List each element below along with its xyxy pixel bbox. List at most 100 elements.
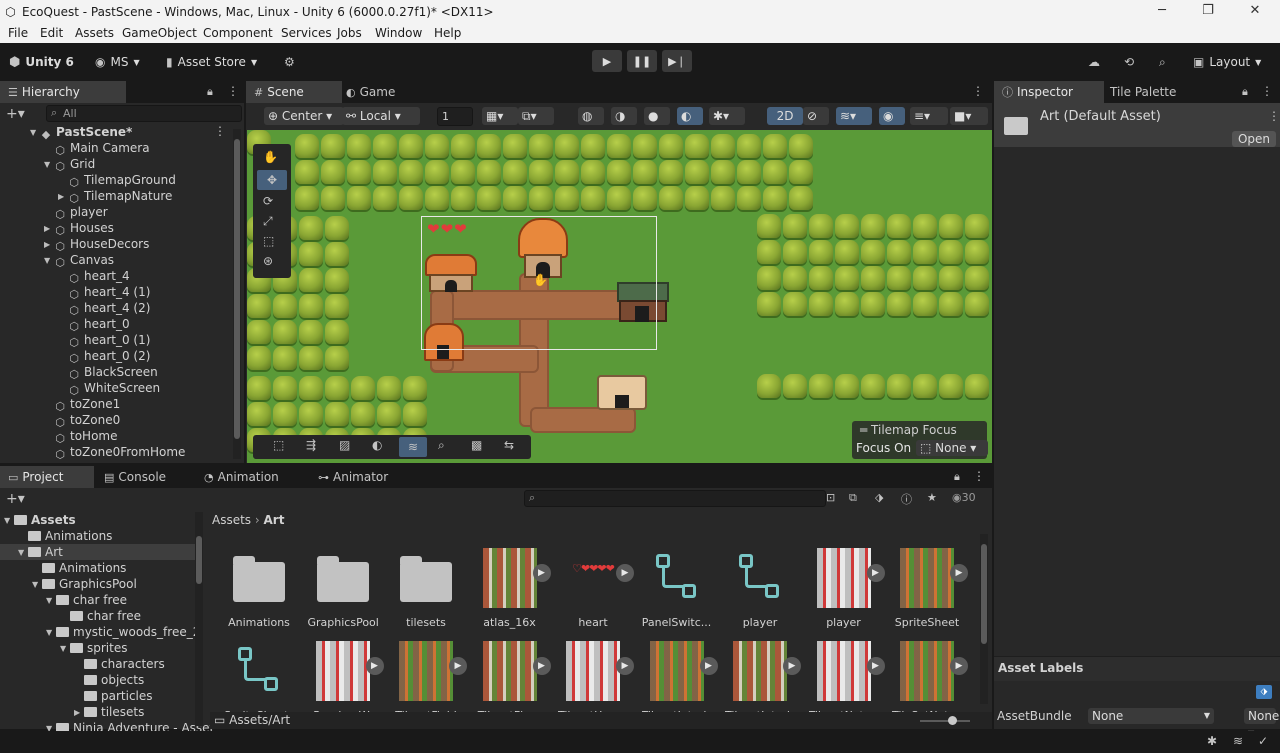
hierarchy-item[interactable]: ▼ ⬡ Canvas (44, 252, 114, 269)
scene-viewport[interactable]: ❤❤❤ ✋ ✋ ✥ ⟳ ⤢ ⬚ ⊛ ⬚ ⇶ ▨ ◐ ≋ ⌕ ▩ ⇆ ═ Tile… (247, 130, 992, 463)
tag-icon[interactable]: ⬗ (1256, 685, 1272, 699)
menu-edit[interactable]: Edit (40, 26, 63, 40)
project-tree-item[interactable]: char free (60, 608, 141, 624)
tab-animator[interactable]: ⊶ Animator (310, 466, 406, 488)
tab-inspector[interactable]: ⓘ Inspector (994, 81, 1104, 103)
space-dropdown[interactable]: ⚯ Local ▾ (342, 107, 420, 125)
project-tree-item[interactable]: ▼ char free (46, 592, 127, 608)
toggle-2d-button[interactable]: 2D (767, 107, 803, 125)
project-tree-item[interactable]: Animations (32, 560, 126, 576)
step-button[interactable]: ▶❘ (662, 50, 692, 72)
more-icon[interactable]: ⋮ (972, 84, 984, 98)
move-tile-icon[interactable]: ⇶ (306, 438, 316, 452)
hierarchy-scrollbar[interactable] (233, 129, 241, 459)
asset-item[interactable]: ▶ player (809, 544, 885, 634)
expanded-arrow-icon[interactable]: ▼ (18, 545, 28, 561)
asset-item[interactable]: ▶ SpriteSheet (892, 544, 968, 634)
expand-sprites-icon[interactable]: ▶ (950, 657, 968, 675)
gizmo-layers-dropdown[interactable]: ≡▾ (910, 107, 948, 125)
camera-dropdown[interactable]: ■▾ (950, 107, 988, 125)
asset-item[interactable]: Animations (224, 544, 294, 634)
fill-icon[interactable]: ▩ (471, 438, 482, 452)
menu-services[interactable]: Services (281, 26, 332, 40)
shaded-wire-button[interactable]: ◑ (611, 107, 637, 125)
rect-icon[interactable]: ⬚ (263, 234, 274, 248)
packages-button[interactable]: ⚙ (284, 52, 295, 72)
menu-file[interactable]: File (8, 26, 28, 40)
asset-store-dropdown[interactable]: ▮ Asset Store ▼ (166, 52, 257, 72)
bug-icon[interactable]: ✱ (1207, 734, 1217, 748)
project-tree-item[interactable]: ▼ Art (18, 544, 63, 560)
rotate-icon[interactable]: ⟳ (263, 194, 273, 208)
project-tree-item[interactable]: ▶ tilesets (74, 704, 144, 720)
expanded-arrow-icon[interactable]: ▼ (46, 625, 56, 641)
hierarchy-item[interactable]: ⬡ heart_0 (1) (58, 332, 150, 349)
select-icon[interactable]: ⬚ (273, 438, 284, 452)
pause-button[interactable]: ❚❚ (627, 50, 657, 72)
filter-type-icon[interactable]: ⧉ (849, 491, 857, 505)
layout-dropdown[interactable]: ▣ Layout ▼ (1193, 52, 1261, 72)
brush-icon[interactable]: ▨ (339, 438, 350, 452)
more-icon[interactable]: ⋮ (214, 124, 226, 138)
menu-component[interactable]: Component (203, 26, 273, 40)
warning-icon[interactable]: ⓘ (901, 491, 912, 507)
expand-sprites-icon[interactable]: ▶ (783, 657, 801, 675)
expanded-arrow-icon[interactable]: ▼ (44, 253, 54, 269)
expand-sprites-icon[interactable]: ▶ (532, 564, 551, 582)
expand-sprites-icon[interactable]: ▶ (866, 564, 885, 582)
collapsed-arrow-icon[interactable]: ▶ (74, 705, 84, 721)
hierarchy-item[interactable]: ▼ ⬡ Grid (44, 156, 95, 173)
expand-sprites-icon[interactable]: ▶ (449, 657, 467, 675)
expanded-arrow-icon[interactable]: ▼ (32, 577, 42, 593)
hand-icon[interactable]: ✋ (263, 150, 278, 164)
expanded-arrow-icon[interactable]: ▼ (60, 641, 70, 657)
drag-handle-icon[interactable]: ═ (860, 423, 871, 437)
asset-item[interactable]: ▶ atlas_16x (475, 544, 551, 634)
more-icon[interactable]: ⋮ (227, 84, 239, 98)
asset-item[interactable]: PanelSwitc... (642, 544, 712, 634)
visibility-button[interactable]: ◉ (879, 107, 905, 125)
project-tree-item[interactable]: objects (74, 672, 144, 688)
open-button[interactable]: Open (1232, 131, 1276, 147)
hierarchy-item[interactable]: ▶ ⬡ HouseDecors (44, 236, 149, 253)
project-tree-item[interactable]: ▼ mystic_woods_free_2 (46, 624, 200, 640)
transform-icon[interactable]: ⊛ (263, 254, 273, 268)
search-type-icon[interactable]: ⊡ (826, 491, 835, 504)
lock-icon[interactable]: 🔒︎ (207, 85, 213, 99)
lighting-toggle[interactable]: ⊘ (803, 107, 829, 125)
expanded-arrow-icon[interactable]: ▼ (44, 157, 54, 173)
hierarchy-item[interactable]: ▶ ⬡ Houses (44, 220, 114, 237)
lock-icon[interactable]: 🔒︎ (1242, 85, 1248, 99)
add-icon[interactable]: +▾ (6, 491, 25, 507)
hierarchy-item[interactable]: ⬡ heart_0 (58, 316, 129, 333)
collapsed-arrow-icon[interactable]: ▶ (58, 189, 68, 205)
debug-dropdown[interactable]: ✱▾ (709, 107, 745, 125)
house-sprite[interactable] (597, 375, 647, 410)
search-button[interactable]: ⌕ (1159, 52, 1166, 72)
variant-dropdown[interactable]: None ▼ (1244, 708, 1279, 738)
history-button[interactable]: ⟲ (1124, 52, 1134, 72)
hierarchy-item[interactable]: ⬡ WhiteScreen (58, 380, 160, 397)
tab-hierarchy[interactable]: ☰ Hierarchy (0, 81, 126, 103)
hierarchy-item[interactable]: ⬡ player (44, 204, 108, 221)
tab-scene[interactable]: # Scene (246, 81, 342, 103)
project-tree-item[interactable]: characters (74, 656, 165, 672)
grid-snap-dropdown[interactable]: ▦▾ (482, 107, 518, 125)
menu-help[interactable]: Help (434, 26, 461, 40)
hierarchy-item[interactable]: ⬡ BlackScreen (58, 364, 158, 381)
menu-assets[interactable]: Assets (75, 26, 114, 40)
increment-snap-dropdown[interactable]: ⧉▾ (518, 107, 554, 125)
minimize-icon[interactable]: ─ (1152, 3, 1172, 18)
expand-sprites-icon[interactable]: ▶ (616, 657, 634, 675)
project-search[interactable]: ⌕ (524, 490, 826, 507)
icon-size-slider[interactable] (920, 716, 970, 725)
expand-sprites-icon[interactable]: ▶ (866, 657, 885, 675)
filter-label-icon[interactable]: ⬗ (875, 491, 883, 504)
tab-tile-palette[interactable]: Tile Palette (1102, 81, 1198, 103)
hierarchy-item[interactable]: ⬡ heart_4 (1) (58, 284, 150, 301)
layers-icon[interactable]: ≋ (1233, 734, 1243, 748)
hierarchy-item[interactable]: ⬡ toZone1 (44, 396, 120, 413)
focus-on-dropdown[interactable]: ⬚ None ▾ (916, 440, 988, 456)
hierarchy-item[interactable]: ▶ ⬡ TilemapNature (58, 188, 172, 205)
lock-icon[interactable]: 🔒︎ (954, 470, 960, 484)
